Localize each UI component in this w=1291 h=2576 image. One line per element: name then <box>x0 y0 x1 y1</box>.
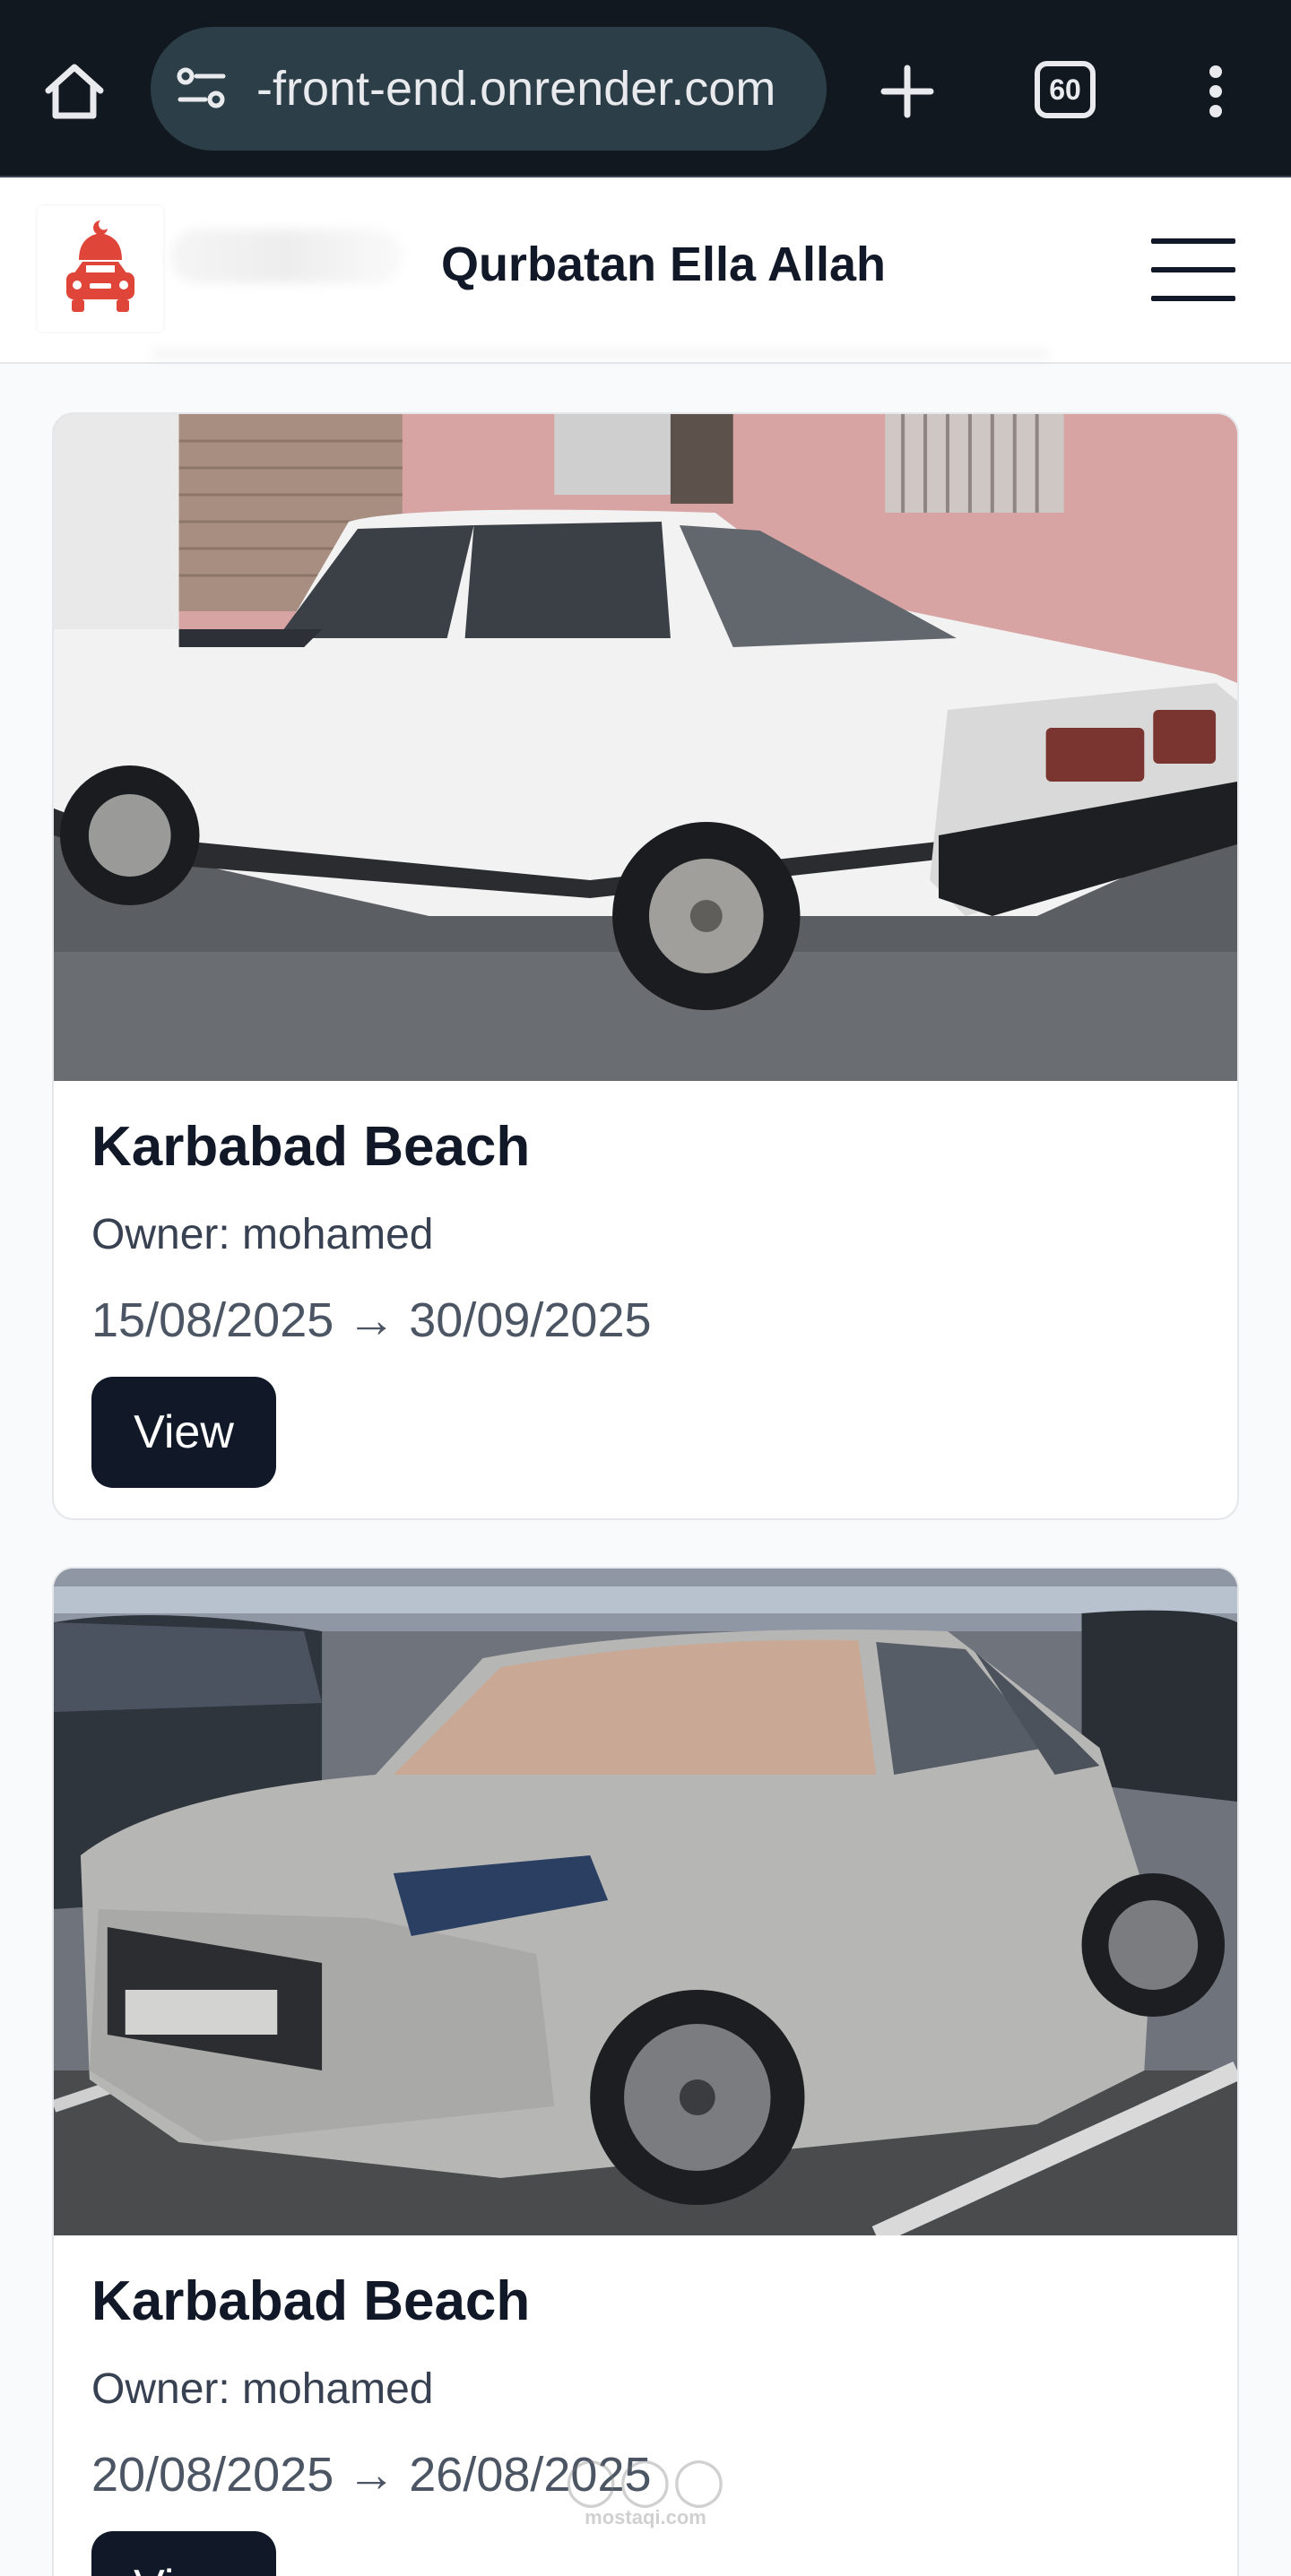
listing-owner: Owner: mohamed <box>91 1211 434 1258</box>
faded-line <box>152 348 1049 360</box>
site-settings-icon[interactable] <box>174 62 230 116</box>
url-text[interactable]: -front-end.onrender.com <box>256 61 775 117</box>
hamburger-menu-icon[interactable] <box>1151 238 1235 301</box>
listing-title: Karbabad Beach <box>91 2270 531 2332</box>
new-tab-icon[interactable] <box>871 56 943 127</box>
watermark: ◯◯◯ mostaqi.com <box>565 2455 727 2529</box>
listing-dates: 15/08/2025 → 30/09/2025 <box>91 1293 652 1347</box>
listing-card: Karbabad Beach Owner: mohamed 20/08/2025… <box>52 1567 1239 2576</box>
listing-owner: Owner: mohamed <box>91 2365 434 2413</box>
view-button[interactable]: View <box>91 1377 276 1488</box>
more-options-icon[interactable] <box>1189 56 1243 127</box>
page-title: Qurbatan Ella Allah <box>440 238 887 291</box>
watermark-logo: ◯◯◯ <box>565 2455 727 2507</box>
site-header: Qurbatan Ella Allah <box>0 179 1291 364</box>
address-bar[interactable]: -front-end.onrender.com <box>151 27 827 151</box>
listing-card: Karbabad Beach Owner: mohamed 15/08/2025… <box>52 412 1239 1520</box>
browser-toolbar: -front-end.onrender.com 60 <box>0 0 1291 177</box>
watermark-text: mostaqi.com <box>585 2506 706 2529</box>
view-button[interactable]: View <box>91 2531 276 2576</box>
home-icon[interactable] <box>36 56 113 127</box>
car-image-grey-suv <box>54 1569 1237 2235</box>
listing-title: Karbabad Beach <box>91 1116 531 1178</box>
tab-count: 60 <box>1049 73 1081 106</box>
car-image-white-sedan <box>54 414 1237 1081</box>
tab-switcher-button[interactable]: 60 <box>1035 61 1096 118</box>
